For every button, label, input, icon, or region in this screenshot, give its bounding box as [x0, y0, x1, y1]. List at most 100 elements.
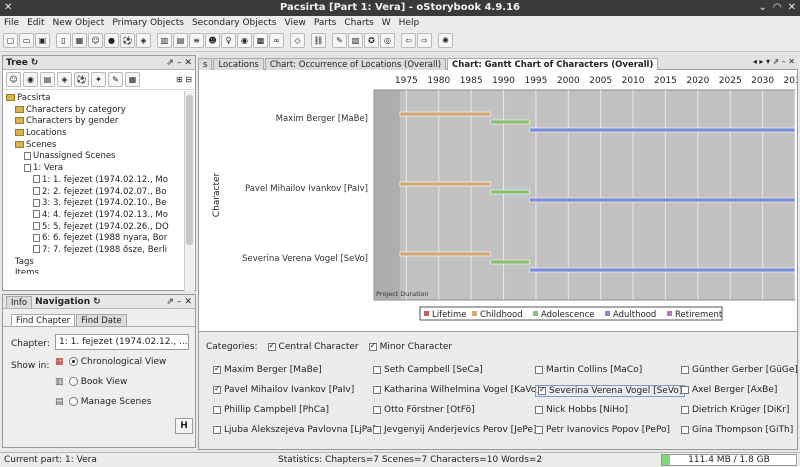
- chart-tab-2[interactable]: Chart: Occurrence of Locations (Overall): [264, 58, 447, 70]
- window-menu-icon[interactable]: ✕: [4, 0, 12, 16]
- book-open-icon[interactable]: ▧: [348, 33, 363, 48]
- menu-view[interactable]: View: [284, 18, 305, 28]
- character-checkbox[interactable]: Nick Hobbs [NiHo]: [535, 405, 628, 415]
- checkbox[interactable]: [681, 425, 689, 434]
- tree-item[interactable]: Tags: [6, 257, 195, 269]
- nav-minimize-icon[interactable]: –: [177, 297, 182, 307]
- nav-pin-icon[interactable]: ⇗: [166, 297, 174, 307]
- soccer-ball-icon[interactable]: ⚽: [120, 33, 135, 48]
- tree-item[interactable]: 3: 3. fejezet (1974.02.10., Be: [6, 198, 195, 210]
- tag-list-icon[interactable]: ◇: [290, 33, 305, 48]
- person-filter-icon[interactable]: ☺: [6, 72, 21, 87]
- checkbox[interactable]: [373, 405, 381, 414]
- tag-filter-icon[interactable]: ◈: [57, 72, 72, 87]
- menu-help[interactable]: Help: [399, 18, 420, 28]
- show-in-option-book[interactable]: ▥ Book View: [55, 377, 127, 387]
- memory-bar[interactable]: 111.4 MB / 1.8 GB: [661, 454, 797, 466]
- checkbox[interactable]: [535, 405, 543, 414]
- save-icon[interactable]: ▣: [35, 33, 50, 48]
- tree-item[interactable]: 2: 2. fejezet (1974.02.07., Bo: [6, 187, 195, 199]
- character-checkbox[interactable]: Pavel Mihailov Ivankov [PaIv]: [213, 384, 354, 395]
- refresh-icon[interactable]: ↻: [31, 58, 39, 68]
- character-checkbox[interactable]: Günther Gerber [GüGe]: [681, 365, 798, 375]
- document-filter-icon[interactable]: ▤: [40, 72, 55, 87]
- link-icon[interactable]: ∞: [269, 33, 284, 48]
- tree-item[interactable]: 6: 6. fejezet (1988 nyara, Bor: [6, 233, 195, 245]
- tree-item[interactable]: Characters by gender: [6, 116, 195, 128]
- tree-item[interactable]: 4: 4. fejezet (1974.02.13., Mo: [6, 210, 195, 222]
- new-file-icon[interactable]: ▢: [3, 33, 18, 48]
- tree-item[interactable]: 7: 7. fejezet (1988 ősze, Berli: [6, 245, 195, 257]
- tree-item[interactable]: 1: Vera: [6, 163, 195, 175]
- character-checkbox[interactable]: Severina Verena Vogel [SeVo]: [535, 385, 686, 397]
- spiral-icon[interactable]: ◎: [380, 33, 395, 48]
- misc-filter-icon[interactable]: ▦: [125, 72, 140, 87]
- lightbulb-icon[interactable]: ✺: [438, 33, 453, 48]
- character-checkbox[interactable]: Seth Campbell [SeCa]: [373, 365, 483, 375]
- arrow-left-icon[interactable]: ⇦: [401, 33, 416, 48]
- collapse-all-icon[interactable]: ⊞ ⊟: [176, 75, 192, 84]
- checkbox[interactable]: [267, 341, 276, 351]
- window-control-2[interactable]: ✕: [788, 0, 796, 16]
- checkbox[interactable]: [535, 425, 543, 434]
- checkbox[interactable]: [535, 365, 543, 374]
- category-checkbox[interactable]: Minor Character: [368, 341, 452, 352]
- checkbox[interactable]: [213, 405, 221, 414]
- checkbox[interactable]: [681, 365, 689, 374]
- radio-manage[interactable]: [68, 397, 78, 406]
- window-controls[interactable]: ⌄ ◠ ✕: [758, 0, 796, 16]
- checkbox[interactable]: [373, 385, 381, 394]
- menu-secondary-objects[interactable]: Secondary Objects: [192, 18, 277, 28]
- close-icon[interactable]: ✕: [184, 58, 192, 68]
- character-checkbox[interactable]: Dietrich Krüger [DiKr]: [681, 405, 789, 415]
- character-checkbox[interactable]: Maxim Berger [MaBe]: [213, 364, 322, 375]
- tree-item[interactable]: Locations: [6, 128, 195, 140]
- character-checkbox[interactable]: Gina Thompson [GiTh]: [681, 425, 793, 435]
- idea-filter-icon[interactable]: ✦: [91, 72, 106, 87]
- tree-item[interactable]: Unassigned Scenes: [6, 151, 195, 163]
- character-checkbox[interactable]: Axel Berger [AxBe]: [681, 385, 777, 395]
- globe-filter-icon[interactable]: ◉: [23, 72, 38, 87]
- window-control-0[interactable]: ⌄: [758, 0, 766, 16]
- ball-filter-icon[interactable]: ⚽: [74, 72, 89, 87]
- character-checkbox[interactable]: Katharina Wilhelmina Vogel [KaVo]: [373, 385, 540, 395]
- character-checkbox[interactable]: Petr Ivanovics Popov [PePo]: [535, 425, 670, 435]
- gender-icon[interactable]: ♀: [221, 33, 236, 48]
- tree-item[interactable]: Scenes: [6, 140, 195, 152]
- menu-new-object[interactable]: New Object: [53, 18, 105, 28]
- tree-item[interactable]: 5: 5. fejezet (1974.02.26., DO: [6, 222, 195, 234]
- menu-w[interactable]: W: [382, 18, 391, 28]
- tab-info[interactable]: Info: [6, 295, 33, 308]
- chart-tab-0[interactable]: s: [198, 58, 213, 70]
- tree-item[interactable]: Items: [6, 268, 195, 274]
- checkbox[interactable]: [538, 385, 546, 395]
- checkbox[interactable]: [368, 341, 377, 351]
- minimize-icon[interactable]: –: [177, 58, 182, 68]
- person-group-icon[interactable]: ☻: [205, 33, 220, 48]
- chart-tab-3[interactable]: Chart: Gantt Chart of Characters (Overal…: [447, 58, 659, 70]
- table-icon[interactable]: ▤: [173, 33, 188, 48]
- person-icon[interactable]: ☺: [88, 33, 103, 48]
- go-button[interactable]: H: [175, 418, 193, 434]
- tab-find-chapter[interactable]: Find Chapter: [11, 314, 76, 326]
- radio-chronological[interactable]: [68, 357, 78, 366]
- window-control-1[interactable]: ◠: [773, 0, 782, 16]
- medal-icon[interactable]: ✪: [364, 33, 379, 48]
- character-checkbox[interactable]: Phillip Campbell [PhCa]: [213, 405, 329, 415]
- chevron-down-icon[interactable]: ▾: [187, 337, 188, 347]
- menu-parts[interactable]: Parts: [314, 18, 336, 28]
- memo-filter-icon[interactable]: ✎: [108, 72, 123, 87]
- checkbox[interactable]: [681, 405, 689, 414]
- checkbox[interactable]: [373, 365, 381, 374]
- tree-item[interactable]: 1: 1. fejezet (1974.02.12., Mo: [6, 175, 195, 187]
- character-checkbox[interactable]: Ljuba Alekszejeva Pavlovna [LjPa]: [213, 425, 376, 435]
- menu-file[interactable]: File: [4, 18, 19, 28]
- arrow-right-icon[interactable]: ⇨: [417, 33, 432, 48]
- link-chain-icon[interactable]: ⛓: [311, 33, 326, 48]
- show-in-option-manage[interactable]: ▤ Manage Scenes: [55, 397, 152, 407]
- menu-primary-objects[interactable]: Primary Objects: [112, 18, 184, 28]
- calendar-icon[interactable]: ▦: [72, 33, 87, 48]
- tree-item[interactable]: Characters by category: [6, 105, 195, 117]
- tree-scrollbar-thumb[interactable]: [186, 95, 193, 245]
- tree-scrollbar[interactable]: [184, 91, 194, 291]
